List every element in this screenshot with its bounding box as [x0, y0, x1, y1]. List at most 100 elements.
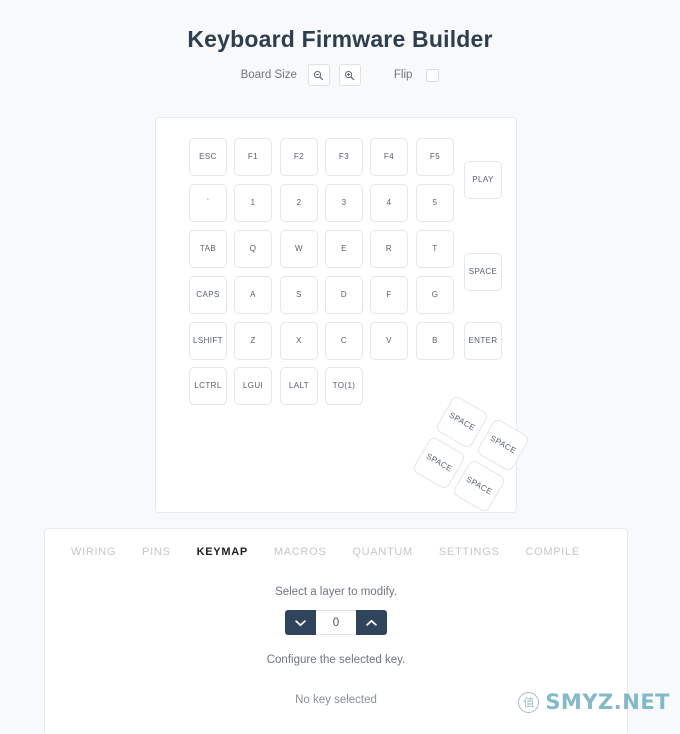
watermark-badge-icon: 值	[518, 691, 540, 713]
layer-increment-button[interactable]	[356, 610, 387, 635]
key-1-8[interactable]: 1	[234, 184, 272, 222]
zoom-in-button[interactable]	[338, 64, 361, 86]
tab-wiring[interactable]: WIRING	[58, 546, 129, 558]
key-caps-20[interactable]: CAPS	[189, 276, 227, 314]
layer-stepper: 0	[45, 610, 627, 635]
key-f5-5[interactable]: F5	[416, 138, 454, 176]
key-label: F5	[429, 151, 441, 161]
key-label: B	[432, 335, 438, 345]
key-4-11[interactable]: 4	[370, 184, 408, 222]
key-space-40[interactable]: SPACE	[451, 458, 507, 514]
key-label: G	[431, 289, 439, 299]
zoom-out-button[interactable]	[307, 64, 330, 86]
keymap-panel-body: Select a layer to modify. 0 Configure th…	[45, 563, 627, 706]
key-lalt-35[interactable]: LALT	[280, 367, 318, 405]
key-label: LALT	[288, 380, 310, 390]
key-f-24[interactable]: F	[370, 276, 408, 314]
key-3-10[interactable]: 3	[325, 184, 363, 222]
tab-macros[interactable]: MACROS	[261, 546, 339, 558]
key-label: LGUI	[242, 380, 264, 390]
key-lgui-34[interactable]: LGUI	[234, 367, 272, 405]
key-e-16[interactable]: E	[325, 230, 363, 268]
app-root: Keyboard Firmware Builder Board Size Fli…	[0, 0, 680, 734]
watermark-text: SMYZ.NET	[545, 690, 670, 714]
key-label: E	[341, 243, 347, 253]
chevron-up-icon	[366, 615, 377, 630]
tab-quantum[interactable]: QUANTUM	[339, 546, 426, 558]
key--7[interactable]: `	[189, 184, 227, 222]
key-label: C	[340, 335, 348, 345]
key-label: V	[386, 335, 392, 345]
key-c-29[interactable]: C	[325, 322, 363, 360]
page-title: Keyboard Firmware Builder	[187, 26, 493, 52]
key-tab-13[interactable]: TAB	[189, 230, 227, 268]
key-w-15[interactable]: W	[280, 230, 318, 268]
key-a-21[interactable]: A	[234, 276, 272, 314]
key-label: TAB	[199, 243, 217, 253]
key-t-18[interactable]: T	[416, 230, 454, 268]
key-label: ENTER	[468, 335, 498, 345]
tab-settings[interactable]: SETTINGS	[426, 546, 513, 558]
layer-decrement-button[interactable]	[285, 610, 316, 635]
tab-keymap[interactable]: KEYMAP	[184, 546, 261, 558]
board-toolbar: Board Size Flip	[0, 60, 680, 90]
watermark: 值 SMYZ.NET	[518, 690, 670, 714]
key-label: `	[206, 197, 210, 207]
key-label: 5	[432, 197, 438, 207]
key-label: LSHIFT	[193, 335, 223, 345]
key-5-12[interactable]: 5	[416, 184, 454, 222]
key-label: 3	[341, 197, 347, 207]
key-label: Z	[250, 335, 256, 345]
key-esc-0[interactable]: ESC	[189, 138, 227, 176]
key-space-38[interactable]: SPACE	[475, 417, 531, 473]
key-b-31[interactable]: B	[416, 322, 454, 360]
key-label: F2	[293, 151, 305, 161]
key-label: CAPS	[196, 289, 220, 299]
key-label: F1	[247, 151, 259, 161]
flip-checkbox[interactable]	[426, 68, 440, 82]
key-label: S	[296, 289, 302, 299]
key-to-1-36[interactable]: TO(1)	[325, 367, 363, 405]
key-x-28[interactable]: X	[280, 322, 318, 360]
key-d-23[interactable]: D	[325, 276, 363, 314]
magnifier-minus-icon	[313, 70, 324, 81]
key-g-25[interactable]: G	[416, 276, 454, 314]
board-size-label: Board Size	[240, 69, 297, 81]
key-2-9[interactable]: 2	[280, 184, 318, 222]
key-label: A	[250, 289, 256, 299]
key-f1-1[interactable]: F1	[234, 138, 272, 176]
editor-tab-bar: WIRING PINS KEYMAP MACROS QUANTUM SETTINGS COM…	[45, 529, 627, 563]
key-label: 1	[250, 197, 256, 207]
key-label: LCTRL	[194, 380, 222, 390]
key-q-14[interactable]: Q	[234, 230, 272, 268]
key-space-19[interactable]: SPACE	[464, 253, 502, 291]
key-lctrl-33[interactable]: LCTRL	[189, 367, 227, 405]
key-lshift-26[interactable]: LSHIFT	[189, 322, 227, 360]
key-label: Q	[249, 243, 257, 253]
tab-compile[interactable]: COMPILE	[513, 546, 593, 558]
key-f3-3[interactable]: F3	[325, 138, 363, 176]
flip-label: Flip	[393, 69, 413, 81]
key-v-30[interactable]: V	[370, 322, 408, 360]
key-label: D	[340, 289, 348, 299]
keyboard-board-card: ESC F1 F2 F3 F4 F5 PLAY ` 1 2 3 4 5 TAB Q W E R T SPACE CAPS…	[155, 117, 531, 514]
magnifier-plus-icon	[344, 70, 355, 81]
key-enter-32[interactable]: ENTER	[464, 322, 502, 360]
key-label: 4	[386, 197, 392, 207]
key-f2-2[interactable]: F2	[280, 138, 318, 176]
key-label: X	[296, 335, 302, 345]
key-f4-4[interactable]: F4	[370, 138, 408, 176]
key-s-22[interactable]: S	[280, 276, 318, 314]
key-label: 2	[296, 197, 302, 207]
key-label: T	[432, 243, 438, 253]
tab-pins[interactable]: PINS	[129, 546, 183, 558]
key-play-6[interactable]: PLAY	[464, 161, 502, 199]
layer-value[interactable]: 0	[316, 610, 356, 635]
key-label: TO(1)	[332, 380, 356, 390]
key-z-27[interactable]: Z	[234, 322, 272, 360]
key-label: SPACE	[488, 433, 519, 456]
key-r-17[interactable]: R	[370, 230, 408, 268]
configure-key-hint: Configure the selected key.	[266, 654, 406, 666]
key-label: F4	[383, 151, 395, 161]
key-label: F	[386, 289, 392, 299]
